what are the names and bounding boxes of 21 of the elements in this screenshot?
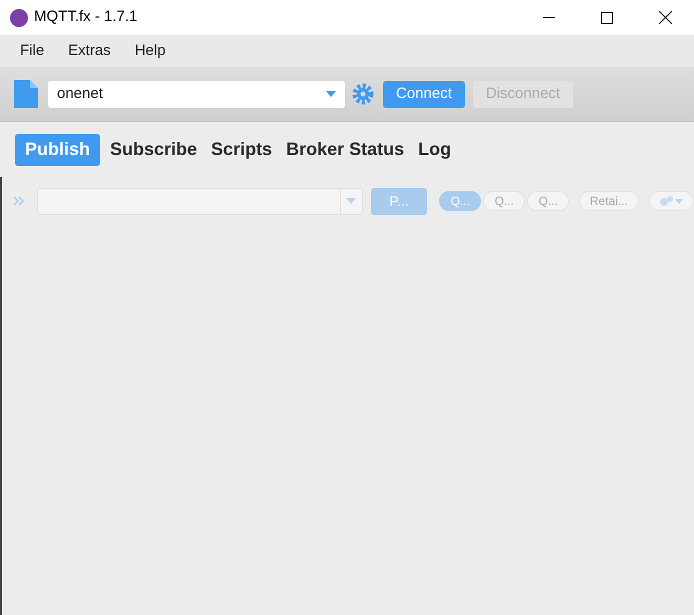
menu-item[interactable]: Extras xyxy=(56,40,123,62)
gears-icon xyxy=(659,195,674,207)
menu-item[interactable]: Help xyxy=(122,40,178,62)
caret-icon xyxy=(346,198,356,204)
tab[interactable]: Log xyxy=(414,134,456,166)
tab[interactable]: Subscribe xyxy=(106,134,202,166)
options-button[interactable] xyxy=(648,191,694,211)
menu-item[interactable]: File xyxy=(8,40,56,62)
caret-icon xyxy=(326,91,336,97)
minimize-icon xyxy=(543,16,555,18)
maximize-icon xyxy=(601,12,613,24)
caret-icon xyxy=(675,198,684,204)
tab[interactable]: Scripts xyxy=(207,134,276,166)
profile-dropdown[interactable]: onenet xyxy=(48,80,345,108)
app-logo-icon xyxy=(10,8,28,26)
window-title: MQTT.fx - 1.7.1 xyxy=(34,7,138,28)
new-file-icon[interactable] xyxy=(14,80,38,108)
double-chevron-icon[interactable] xyxy=(13,196,25,206)
tab[interactable]: Broker Status xyxy=(282,134,408,166)
settings-icon[interactable] xyxy=(351,82,375,106)
close-icon xyxy=(658,11,672,24)
